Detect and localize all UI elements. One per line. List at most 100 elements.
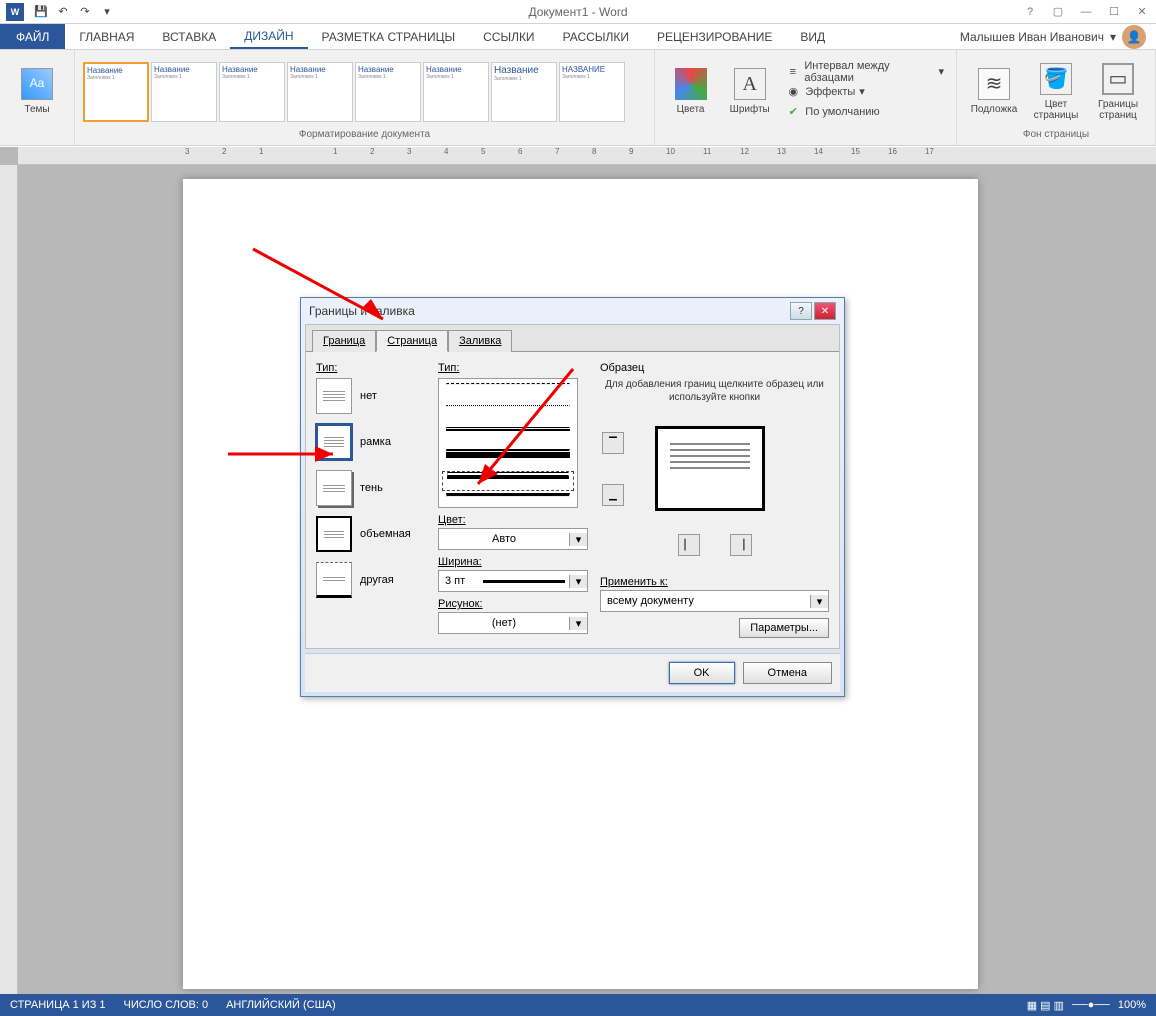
paragraph-spacing-button[interactable]: ≡Интервал между абзацами▾	[781, 62, 948, 82]
line-style-list[interactable]	[438, 378, 578, 508]
tab-review[interactable]: РЕЦЕНЗИРОВАНИЕ	[643, 24, 786, 49]
ribbon: Aa Темы НазваниеЗаголовок 1 НазваниеЗаго…	[0, 50, 1156, 146]
type-option-shadow[interactable]: тень	[316, 470, 426, 506]
workspace: 3211234567891011121314151617 Границы и з…	[0, 147, 1156, 994]
save-icon[interactable]: 💾	[30, 2, 52, 22]
tab-references[interactable]: ССЫЛКИ	[469, 24, 548, 49]
chevron-down-icon: ▾	[810, 595, 828, 608]
dialog-title-text: Границы и заливка	[309, 304, 415, 318]
set-default-button[interactable]: ✔По умолчанию	[781, 102, 948, 122]
minimize-icon[interactable]: —	[1072, 2, 1100, 22]
art-label: Рисунок:	[438, 598, 588, 610]
page-borders-button[interactable]: ▭Границы страниц	[1089, 57, 1147, 127]
color-combo[interactable]: Авто▾	[438, 528, 588, 550]
user-area[interactable]: Малышев Иван Иванович▾ 👤	[960, 24, 1156, 49]
width-label: Ширина:	[438, 556, 588, 568]
tab-mailings[interactable]: РАССЫЛКИ	[549, 24, 643, 49]
spacing-icon: ≡	[785, 64, 800, 80]
help-icon[interactable]: ?	[1016, 2, 1044, 22]
border-left-toggle[interactable]: ▏	[678, 534, 700, 556]
watermark-icon: ≋	[978, 68, 1010, 100]
options-button[interactable]: Параметры...	[739, 618, 829, 638]
borders-shading-dialog: Границы и заливка ? ✕ Граница Страница З…	[300, 297, 845, 697]
group-label-page-background: Фон страницы	[965, 129, 1147, 143]
close-icon[interactable]: ✕	[1128, 2, 1156, 22]
theme-item[interactable]: НазваниеЗаголовок 1	[83, 62, 149, 122]
apply-to-combo[interactable]: всему документу▾	[600, 590, 829, 612]
theme-item[interactable]: НазваниеЗаголовок 1	[219, 62, 285, 122]
ruler-horizontal[interactable]: 3211234567891011121314151617	[18, 147, 1156, 165]
effects-button[interactable]: ◉Эффекты▾	[781, 82, 948, 102]
zoom-level[interactable]: 100%	[1118, 999, 1146, 1011]
watermark-button[interactable]: ≋Подложка	[965, 57, 1023, 127]
cancel-button[interactable]: Отмена	[743, 662, 832, 684]
tab-layout[interactable]: РАЗМЕТКА СТРАНИЦЫ	[308, 24, 470, 49]
chevron-down-icon: ▾	[569, 617, 587, 630]
group-label-formatting: Форматирование документа	[83, 129, 646, 143]
redo-icon[interactable]: ↷	[74, 2, 96, 22]
border-right-toggle[interactable]: ▕	[730, 534, 752, 556]
theme-item[interactable]: НазваниеЗаголовок 1	[491, 62, 557, 122]
style-label: Тип:	[438, 362, 588, 374]
type-option-none[interactable]: нет	[316, 378, 426, 414]
theme-item[interactable]: НазваниеЗаголовок 1	[355, 62, 421, 122]
tab-view[interactable]: ВИД	[786, 24, 839, 49]
dialog-help-icon[interactable]: ?	[790, 302, 812, 320]
statusbar: СТРАНИЦА 1 ИЗ 1 ЧИСЛО СЛОВ: 0 АНГЛИЙСКИЙ…	[0, 994, 1156, 1016]
dialog-tabs: Граница Страница Заливка	[306, 325, 839, 351]
theme-item[interactable]: НазваниеЗаголовок 1	[287, 62, 353, 122]
themes-icon: Aa	[21, 68, 53, 100]
color-label: Цвет:	[438, 514, 588, 526]
dialog-tab-page[interactable]: Страница	[376, 330, 448, 352]
page-borders-icon: ▭	[1102, 63, 1134, 95]
document-page[interactable]: Границы и заливка ? ✕ Граница Страница З…	[183, 179, 978, 989]
page-color-icon: 🪣	[1040, 63, 1072, 95]
page-color-button[interactable]: 🪣Цвет страницы	[1027, 57, 1085, 127]
qat-customize-icon[interactable]: ▾	[96, 2, 118, 22]
effects-icon: ◉	[785, 84, 801, 100]
document-formatting-gallery[interactable]: НазваниеЗаголовок 1 НазваниеЗаголовок 1 …	[83, 62, 625, 122]
view-buttons[interactable]: ▦ ▤ ▥	[1027, 999, 1064, 1012]
art-combo[interactable]: (нет)▾	[438, 612, 588, 634]
ruler-vertical[interactable]	[0, 165, 18, 994]
theme-item[interactable]: НазваниеЗаголовок 1	[151, 62, 217, 122]
tab-file[interactable]: ФАЙЛ	[0, 24, 65, 49]
default-icon: ✔	[785, 104, 801, 120]
window-title: Документ1 - Word	[528, 5, 627, 19]
dialog-titlebar[interactable]: Границы и заливка ? ✕	[301, 298, 844, 324]
colors-button[interactable]: Цвета	[663, 57, 718, 127]
apply-to-label: Применить к:	[600, 576, 829, 588]
type-option-box[interactable]: рамка	[316, 424, 426, 460]
tab-home[interactable]: ГЛАВНАЯ	[65, 24, 148, 49]
colors-icon	[675, 68, 707, 100]
zoom-slider[interactable]: ──●──	[1072, 999, 1110, 1011]
status-words[interactable]: ЧИСЛО СЛОВ: 0	[124, 999, 209, 1011]
ribbon-tabs: ФАЙЛ ГЛАВНАЯ ВСТАВКА ДИЗАЙН РАЗМЕТКА СТР…	[0, 24, 1156, 50]
preview-label: Образец	[600, 362, 829, 374]
status-language[interactable]: АНГЛИЙСКИЙ (США)	[226, 999, 336, 1011]
ribbon-options-icon[interactable]: ▢	[1044, 2, 1072, 22]
border-bottom-toggle[interactable]: ▁	[602, 484, 624, 506]
dialog-close-icon[interactable]: ✕	[814, 302, 836, 320]
maximize-icon[interactable]: ☐	[1100, 2, 1128, 22]
fonts-button[interactable]: AШрифты	[722, 57, 777, 127]
theme-item[interactable]: НазваниеЗаголовок 1	[423, 62, 489, 122]
type-option-custom[interactable]: другая	[316, 562, 426, 598]
preview-hint: Для добавления границ щелкните образец и…	[600, 378, 829, 404]
tab-insert[interactable]: ВСТАВКА	[148, 24, 230, 49]
themes-button[interactable]: Aa Темы	[8, 57, 66, 127]
type-option-3d[interactable]: объемная	[316, 516, 426, 552]
dialog-tab-shading[interactable]: Заливка	[448, 330, 512, 352]
theme-item[interactable]: НАЗВАНИЕЗаголовок 1	[559, 62, 625, 122]
dialog-tab-border[interactable]: Граница	[312, 330, 376, 352]
width-combo[interactable]: 3 пт▾	[438, 570, 588, 592]
border-preview[interactable]	[655, 426, 765, 511]
ok-button[interactable]: OK	[669, 662, 735, 684]
avatar: 👤	[1122, 25, 1146, 49]
status-page[interactable]: СТРАНИЦА 1 ИЗ 1	[10, 999, 106, 1011]
undo-icon[interactable]: ↶	[52, 2, 74, 22]
tab-design[interactable]: ДИЗАЙН	[230, 24, 307, 49]
chevron-down-icon: ▾	[569, 533, 587, 546]
titlebar: W 💾 ↶ ↷ ▾ Документ1 - Word ? ▢ — ☐ ✕	[0, 0, 1156, 24]
border-top-toggle[interactable]: ▔	[602, 432, 624, 454]
